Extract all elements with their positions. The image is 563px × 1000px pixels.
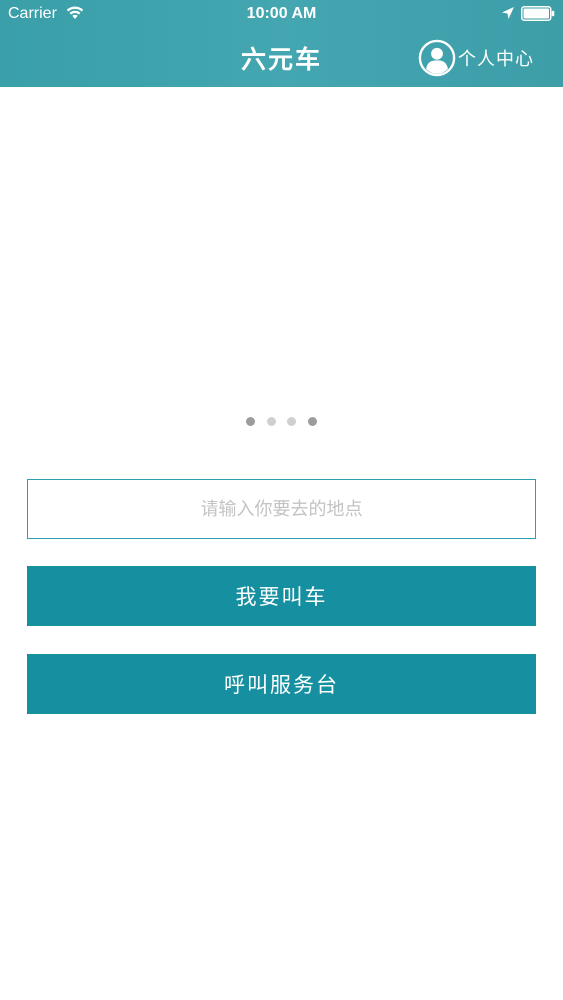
location-arrow-icon <box>502 7 514 19</box>
banner-carousel[interactable] <box>0 87 563 447</box>
call-service-desk-button[interactable]: 呼叫服务台 <box>27 654 536 714</box>
personal-center-label: 个人中心 <box>458 49 534 70</box>
personal-center-button[interactable]: 个人中心 <box>418 38 534 78</box>
carousel-page-indicator[interactable] <box>0 417 563 429</box>
status-time: 10:00 AM <box>246 5 317 22</box>
page-dot[interactable] <box>266 417 276 426</box>
app-screen: Carrier 10:00 AM 六元车 个人中心 请输入你要去的地点 我要叫车… <box>0 0 563 1000</box>
call-car-button[interactable]: 我要叫车 <box>27 566 536 626</box>
page-dot[interactable] <box>307 417 317 426</box>
navigation-header: Carrier 10:00 AM 六元车 个人中心 <box>0 0 563 87</box>
page-dot[interactable] <box>246 417 255 426</box>
page-dot[interactable] <box>287 417 296 426</box>
destination-input[interactable] <box>27 479 536 539</box>
status-bar: Carrier 10:00 AM <box>0 0 563 30</box>
battery-icon <box>521 6 555 21</box>
user-avatar-icon <box>418 39 456 77</box>
